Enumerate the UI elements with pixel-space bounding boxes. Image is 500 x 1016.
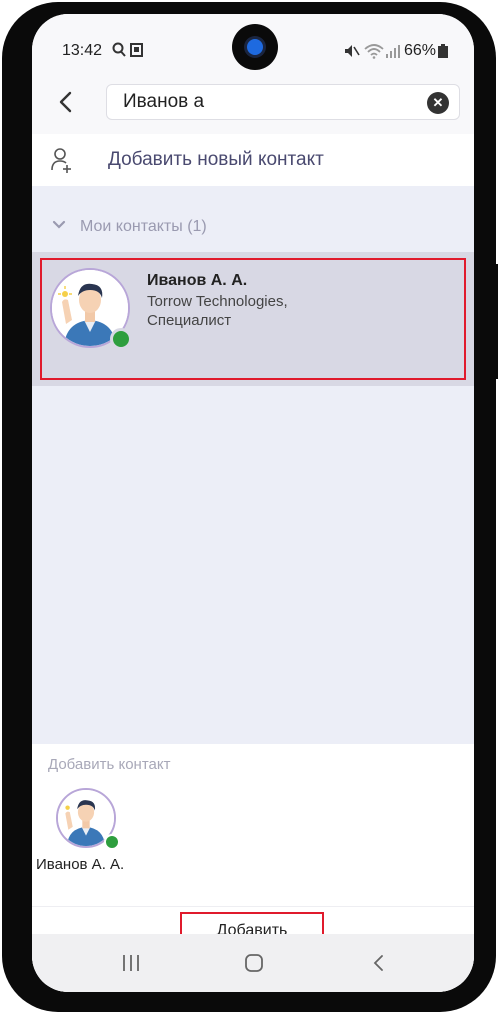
search-field[interactable]: ✕ <box>106 84 460 120</box>
add-user-icon <box>50 146 74 174</box>
chevron-left-icon <box>59 91 72 113</box>
search-input[interactable] <box>123 91 403 113</box>
front-camera <box>232 24 278 70</box>
close-icon: ✕ <box>432 95 444 110</box>
wifi-icon <box>364 43 384 62</box>
mute-icon <box>344 44 360 61</box>
status-time: 13:42 <box>62 42 103 59</box>
power-button-left <box>6 320 16 400</box>
group-header-my-contacts[interactable]: Мои контакты (1) <box>32 206 474 246</box>
add-new-contact-row[interactable]: Добавить новый контакт <box>32 134 474 186</box>
phone-frame: 13:42 66% Иванов а ✕ Добавить новый конт… <box>2 2 498 1012</box>
search-bar: ✕ <box>32 72 474 134</box>
system-back-button[interactable] <box>364 948 394 978</box>
contact-avatar <box>50 268 132 350</box>
contact-position: Специалист <box>147 312 232 329</box>
clear-search-button[interactable]: ✕ <box>427 92 449 114</box>
back-button[interactable] <box>52 88 80 116</box>
battery-icon <box>438 44 448 61</box>
signal-icon <box>386 45 400 61</box>
recent-apps-button[interactable] <box>116 948 146 978</box>
home-icon <box>245 954 263 972</box>
add-new-contact-label: Добавить новый контакт <box>108 149 324 170</box>
screenshot-status-icon <box>130 43 143 60</box>
status-bar: 13:42 66% <box>32 14 474 72</box>
contact-company: Torrow Technologies, <box>147 293 288 310</box>
screen: 13:42 66% Иванов а ✕ Добавить новый конт… <box>32 14 474 992</box>
chevron-left-icon <box>373 955 383 971</box>
contact-list-item[interactable]: Иванов А. А. Torrow Technologies, Специа… <box>32 252 474 386</box>
chevron-down-icon <box>52 220 66 229</box>
battery-level: 66% <box>403 42 436 59</box>
recent-apps-icon <box>123 955 139 971</box>
contacts-list-area: Добавить новый контакт Мои контакты (1) <box>32 134 474 744</box>
online-status-dot <box>110 328 132 350</box>
home-button[interactable] <box>239 948 269 978</box>
online-status-dot <box>104 834 120 850</box>
selected-contact-name: Иванов А. А. <box>36 856 125 873</box>
contact-name: Иванов А. А. <box>147 272 248 289</box>
system-nav-bar <box>32 934 474 992</box>
search-status-icon <box>112 42 126 61</box>
group-label: Мои контакты (1) <box>80 218 207 235</box>
divider <box>32 906 474 907</box>
selected-panel-title: Добавить контакт <box>48 756 171 773</box>
volume-button <box>6 227 16 307</box>
contact-details: Torrow Technologies, Специалист <box>147 292 397 330</box>
side-button-right <box>488 264 498 379</box>
selected-contact-avatar[interactable] <box>56 788 120 850</box>
